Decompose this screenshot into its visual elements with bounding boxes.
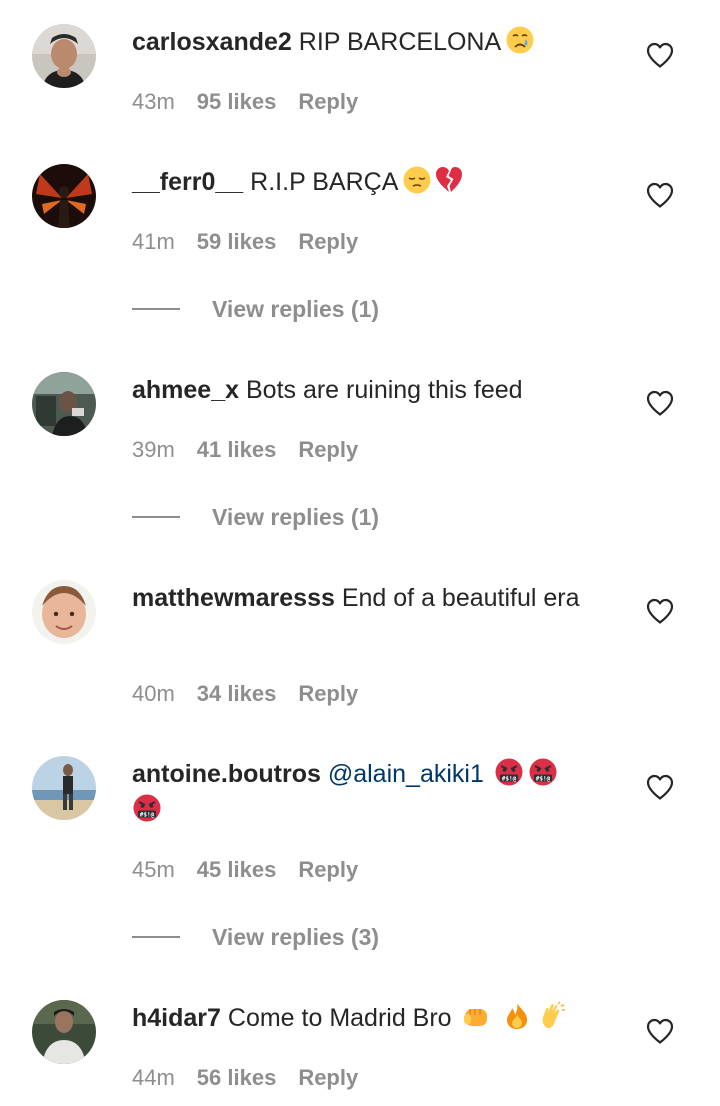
face-with-symbols-on-mouth-icon xyxy=(132,793,162,823)
reply-button[interactable]: Reply xyxy=(298,228,358,256)
likes-count[interactable]: 56 likes xyxy=(197,1064,277,1092)
comment-meta: 45m 45 likes Reply xyxy=(132,856,380,884)
comment-text: __ferr0__ R.I.P BARÇA xyxy=(132,164,602,200)
mention-link[interactable]: @alain_akiki1 xyxy=(328,760,484,788)
timestamp: 41m xyxy=(132,229,175,254)
fire-icon xyxy=(502,1001,532,1031)
comment-meta: 40m 34 likes Reply xyxy=(132,680,380,708)
comment-meta: 44m 56 likes Reply xyxy=(132,1064,380,1092)
replies-divider xyxy=(132,516,180,518)
likes-count[interactable]: 34 likes xyxy=(197,680,277,708)
broken-heart-icon xyxy=(434,165,464,195)
avatar[interactable] xyxy=(32,580,96,644)
avatar[interactable] xyxy=(32,372,96,436)
comment-meta: 39m 41 likes Reply xyxy=(132,436,380,464)
face-with-symbols-on-mouth-icon xyxy=(528,757,558,787)
replies-divider xyxy=(132,936,180,938)
like-heart-icon[interactable] xyxy=(646,390,674,416)
oncoming-fist-icon xyxy=(462,1001,492,1031)
comment-text: ahmee_x Bots are ruining this feed xyxy=(132,372,602,408)
like-heart-icon[interactable] xyxy=(646,774,674,800)
comment-meta: 41m 59 likes Reply xyxy=(132,228,380,256)
timestamp: 45m xyxy=(132,857,175,882)
pensive-face-icon xyxy=(402,165,432,195)
likes-count[interactable]: 95 likes xyxy=(197,88,277,116)
comment-body: RIP BARCELONA xyxy=(298,28,502,56)
avatar[interactable] xyxy=(32,756,96,820)
comment-text: carlosxande2 RIP BARCELONA xyxy=(132,24,602,60)
comment-text: h4idar7 Come to Madrid Bro xyxy=(132,1000,602,1036)
reply-button[interactable]: Reply xyxy=(298,856,358,884)
timestamp: 44m xyxy=(132,1065,175,1090)
username[interactable]: h4idar7 xyxy=(132,1004,221,1032)
likes-count[interactable]: 45 likes xyxy=(197,856,277,884)
username[interactable]: ahmee_x xyxy=(132,376,239,404)
like-heart-icon[interactable] xyxy=(646,598,674,624)
likes-count[interactable]: 41 likes xyxy=(197,436,277,464)
avatar[interactable] xyxy=(32,164,96,228)
comment-body: R.I.P BARÇA xyxy=(250,168,399,196)
comment-meta: 43m 95 likes Reply xyxy=(132,88,380,116)
timestamp: 39m xyxy=(132,437,175,462)
avatar[interactable] xyxy=(32,1000,96,1064)
view-replies-button[interactable]: View replies (3) xyxy=(212,922,379,952)
clapping-hands-icon xyxy=(538,1001,568,1031)
view-replies-button[interactable]: View replies (1) xyxy=(212,294,379,324)
view-replies-button[interactable]: View replies (1) xyxy=(212,502,379,532)
comment-body: End of a beautiful era xyxy=(341,584,580,612)
comment-body: Bots are ruining this feed xyxy=(245,376,523,404)
avatar[interactable] xyxy=(32,24,96,88)
face-with-symbols-on-mouth-icon xyxy=(494,757,524,787)
comment-text: antoine.boutros @alain_akiki1 xyxy=(132,756,602,828)
username[interactable]: carlosxande2 xyxy=(132,28,292,56)
like-heart-icon[interactable] xyxy=(646,42,674,68)
like-heart-icon[interactable] xyxy=(646,1018,674,1044)
reply-button[interactable]: Reply xyxy=(298,680,358,708)
reply-button[interactable]: Reply xyxy=(298,436,358,464)
timestamp: 43m xyxy=(132,89,175,114)
reply-button[interactable]: Reply xyxy=(298,88,358,116)
replies-divider xyxy=(132,308,180,310)
username[interactable]: matthewmaresss xyxy=(132,584,335,612)
likes-count[interactable]: 59 likes xyxy=(197,228,277,256)
timestamp: 40m xyxy=(132,681,175,706)
username[interactable]: __ferr0__ xyxy=(132,168,243,196)
comment-text: matthewmaresss End of a beautiful era xyxy=(132,580,602,616)
comment-body: Come to Madrid Bro xyxy=(227,1004,452,1032)
reply-button[interactable]: Reply xyxy=(298,1064,358,1092)
crying-face-icon xyxy=(505,25,535,55)
username[interactable]: antoine.boutros xyxy=(132,760,321,788)
like-heart-icon[interactable] xyxy=(646,182,674,208)
